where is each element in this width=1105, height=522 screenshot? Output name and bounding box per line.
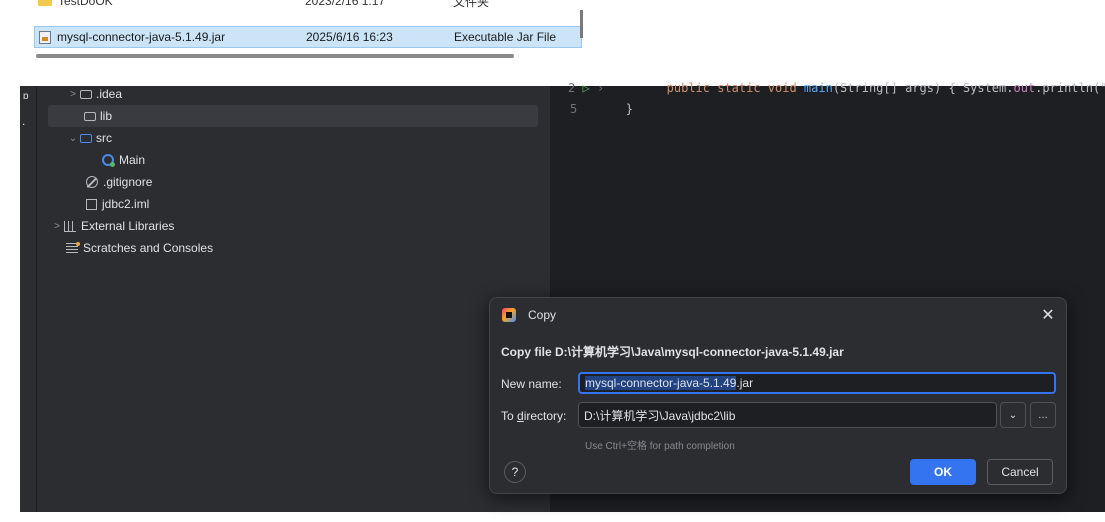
tree-item-label: jdbc2.iml: [102, 197, 150, 211]
tree-item-external-libraries[interactable]: > External Libraries: [50, 215, 174, 237]
explorer-row-date: 2023/2/16 1:17: [305, 0, 386, 8]
close-icon[interactable]: ✕: [1040, 305, 1056, 325]
new-name-selected-text: mysql-connector-java-5.1.49: [585, 376, 737, 390]
code-field: out: [1013, 81, 1036, 95]
file-explorer-list: TestDoOK 2023/2/16 1:17 文件夹 mysql-connec…: [30, 0, 585, 64]
explorer-row[interactable]: TestDoOK 2023/2/16 1:17 文件夹: [34, 0, 582, 12]
path-completion-hint: Use Ctrl+空格 for path completion: [585, 441, 735, 452]
to-directory-value: D:\计算机学习\Java\jdbc2\lib: [584, 408, 736, 423]
explorer-row-name: mysql-connector-java-5.1.49.jar: [57, 30, 226, 44]
code-keywords: public static void: [666, 81, 797, 95]
line-number: 5: [570, 102, 578, 116]
cancel-button[interactable]: Cancel: [987, 459, 1053, 485]
chevron-right-icon[interactable]: >: [66, 89, 80, 100]
explorer-row-date: 2025/6/16 16:23: [306, 30, 393, 44]
gitignore-icon: [86, 176, 98, 188]
code-call: System.: [962, 81, 1014, 95]
intellij-logo-icon: [502, 308, 516, 322]
code-line-2[interactable]: 2 ▷ › public static void main(String[] a…: [568, 81, 1105, 95]
new-name-input[interactable]: mysql-connector-java-5.1.49 .jar: [578, 372, 1056, 394]
tree-item-src[interactable]: ⌄ src: [66, 127, 112, 149]
chevron-down-icon[interactable]: ⌄: [66, 133, 80, 144]
fold-marker-icon[interactable]: ›: [597, 81, 604, 95]
dialog-title: Copy: [528, 308, 557, 322]
explorer-row-type: 文件夹: [453, 0, 490, 9]
java-class-icon: [102, 154, 115, 167]
browse-button[interactable]: …: [1030, 402, 1056, 428]
folder-icon: [84, 111, 96, 121]
jar-file-icon: [39, 30, 51, 44]
to-directory-label: To directory:: [501, 409, 567, 423]
code-closing-brace: }: [625, 102, 633, 116]
external-libraries-icon: [64, 220, 76, 232]
tree-item-label: Main: [119, 153, 146, 167]
line-number: 2: [568, 81, 576, 95]
code-method: .println("H: [1035, 81, 1105, 95]
tool-strip-dot: .: [22, 114, 26, 128]
explorer-row-type: Executable Jar File: [454, 30, 557, 44]
folder-icon: [38, 0, 52, 6]
code-params: (String[] args): [832, 81, 942, 95]
scratches-icon: [66, 242, 80, 253]
folder-icon: [80, 133, 92, 143]
tree-item-gitignore[interactable]: .gitignore: [86, 171, 152, 193]
ok-button[interactable]: OK: [910, 459, 976, 485]
explorer-row-name: TestDoOK: [58, 0, 113, 8]
tool-window-strip: ɒ .: [20, 86, 37, 512]
explorer-vertical-scrollbar[interactable]: [580, 10, 583, 38]
new-name-label: New name:: [501, 377, 562, 391]
tree-item-label: .idea: [96, 87, 123, 101]
help-button[interactable]: ?: [504, 461, 526, 483]
code-method-name: main: [803, 81, 833, 95]
new-name-suffix: .jar: [736, 376, 754, 390]
chevron-right-icon[interactable]: >: [50, 221, 64, 232]
dialog-title-bar: Copy: [502, 308, 556, 322]
tree-item-main[interactable]: Main: [102, 149, 145, 171]
tree-item-label: Scratches and Consoles: [83, 241, 214, 255]
dialog-heading: Copy file D:\计算机学习\Java\mysql-connector-…: [501, 345, 844, 359]
copy-dialog: Copy ✕ Copy file D:\计算机学习\Java\mysql-con…: [489, 297, 1067, 494]
tree-item-label: src: [96, 131, 112, 145]
folder-icon: [80, 89, 92, 99]
tool-strip-mark: ɒ: [23, 91, 29, 102]
directory-dropdown-button[interactable]: ⌄: [1000, 402, 1026, 428]
tree-item-idea[interactable]: > .idea: [66, 83, 122, 105]
tree-item-label: lib: [100, 109, 113, 123]
ellipsis-icon: …: [1038, 409, 1048, 421]
tree-item-iml[interactable]: jdbc2.iml: [86, 193, 149, 215]
explorer-row-selected[interactable]: mysql-connector-java-5.1.49.jar 2025/6/1…: [34, 26, 582, 48]
run-gutter-icon[interactable]: ▷: [582, 81, 589, 95]
tree-item-label: External Libraries: [81, 219, 175, 233]
code-brace: {: [948, 81, 956, 95]
iml-file-icon: [86, 198, 97, 210]
tree-item-label: .gitignore: [103, 175, 153, 189]
chevron-down-icon: ⌄: [1008, 409, 1018, 421]
project-tool-window: ɒ . > .idea lib ⌄ src Main .gitignore jd…: [20, 86, 550, 512]
tree-item-scratches[interactable]: Scratches and Consoles: [66, 237, 213, 259]
to-directory-input[interactable]: D:\计算机学习\Java\jdbc2\lib: [578, 402, 997, 428]
code-line-5[interactable]: 5 }: [570, 102, 633, 116]
tree-item-lib[interactable]: lib: [48, 105, 538, 127]
explorer-horizontal-scrollbar[interactable]: [36, 54, 514, 58]
